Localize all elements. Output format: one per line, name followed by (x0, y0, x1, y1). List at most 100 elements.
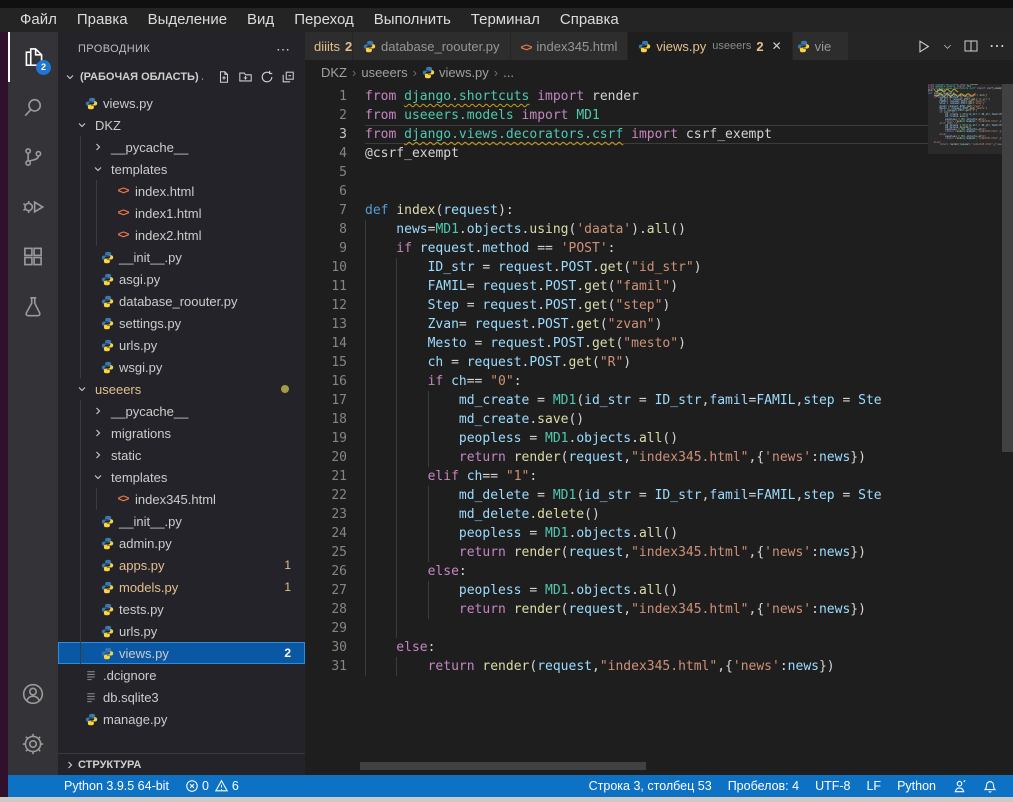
menu-item-Переход[interactable]: Переход (284, 8, 364, 32)
tree-item-migrations[interactable]: migrations (58, 422, 305, 444)
status-item[interactable]: UTF-8 (807, 779, 858, 794)
tree-item-index1.html[interactable]: <>index1.html (58, 202, 305, 224)
code-line-1[interactable]: 1from django.shortcuts import render (305, 87, 928, 106)
menu-item-Выполнить[interactable]: Выполнить (364, 8, 461, 32)
tree-item-admin.py[interactable]: admin.py (58, 532, 305, 554)
tab-views.py[interactable]: views.pyuseeers2✕ (628, 32, 792, 60)
status-item[interactable]: Python (889, 779, 944, 794)
status-feedback[interactable] (944, 779, 975, 794)
code-line-31[interactable]: 31return render(request,"index345.html",… (305, 657, 928, 676)
activity-explorer[interactable]: 2 (8, 32, 58, 82)
refresh-icon[interactable] (260, 70, 274, 84)
status-item[interactable]: Строка 3, столбец 53 (581, 779, 720, 794)
tree-item-.dcignore[interactable]: .dcignore (58, 664, 305, 686)
activity-extensions[interactable] (8, 232, 58, 282)
code-line-20[interactable]: 20return render(request,"index345.html",… (305, 448, 928, 467)
tree-item-db.sqlite3[interactable]: db.sqlite3 (58, 686, 305, 708)
run-dropdown-button[interactable] (942, 41, 953, 52)
code-line-4[interactable]: 4@csrf_exempt (305, 144, 928, 163)
activity-source-control[interactable] (8, 132, 58, 182)
code-line-26[interactable]: 26else: (305, 562, 928, 581)
menu-item-Вид[interactable]: Вид (237, 8, 284, 32)
breadcrumb-item-views.py[interactable]: views.py (422, 65, 489, 80)
code-line-5[interactable]: 5 (305, 163, 928, 182)
status-python-version[interactable]: Python 3.9.5 64-bit (56, 779, 177, 793)
tree-item-useeers[interactable]: useeers (58, 378, 305, 400)
code-line-22[interactable]: 22md_delete = MD1(id_str = ID_str,famil=… (305, 486, 928, 505)
more-actions-button[interactable]: ⋯ (989, 36, 1005, 56)
tab-close-icon[interactable]: ✕ (772, 39, 782, 53)
menu-item-Терминал[interactable]: Терминал (461, 8, 550, 32)
code-line-21[interactable]: 21elif ch== "1": (305, 467, 928, 486)
code-line-8[interactable]: 8news=MD1.objects.using('daata').all() (305, 220, 928, 239)
code-line-7[interactable]: 7def index(request): (305, 201, 928, 220)
split-editor-button[interactable] (963, 38, 979, 54)
tab-index345.html[interactable]: <>index345.html (511, 32, 629, 60)
breadcrumb-item-...[interactable]: ... (503, 65, 514, 80)
tree-item-__init__.py[interactable]: __init__.py (58, 246, 305, 268)
tree-item-views.py[interactable]: views.py2 (58, 642, 305, 664)
tree-item-views.py[interactable]: views.py (58, 92, 305, 114)
new-file-icon[interactable] (217, 70, 231, 84)
tree-item-index345.html[interactable]: <>index345.html (58, 488, 305, 510)
menu-item-Файл[interactable]: Файл (10, 8, 67, 32)
code-line-23[interactable]: 23md_delete.delete() (305, 505, 928, 524)
outline-section-header[interactable]: СТРУКТУРА (58, 753, 305, 775)
code-line-16[interactable]: 16if ch== "0": (305, 372, 928, 391)
tree-item-apps.py[interactable]: apps.py1 (58, 554, 305, 576)
activity-search[interactable] (8, 82, 58, 132)
tree-item-database_roouter.py[interactable]: database_roouter.py (58, 290, 305, 312)
tree-item-__pycache__[interactable]: __pycache__ (58, 136, 305, 158)
activity-settings[interactable] (8, 719, 58, 769)
status-item[interactable]: LF (858, 779, 889, 794)
collapse-all-icon[interactable] (281, 70, 295, 84)
tree-item-manage.py[interactable]: manage.py (58, 708, 305, 730)
tree-item-asgi.py[interactable]: asgi.py (58, 268, 305, 290)
code-line-11[interactable]: 11FAMIL= request.POST.get("famil") (305, 277, 928, 296)
tree-item-templates[interactable]: templates (58, 466, 305, 488)
more-actions-icon[interactable]: ⋯ (276, 41, 291, 58)
activity-account[interactable] (8, 669, 58, 719)
code-line-2[interactable]: 2from useeers.models import MD1 (305, 106, 928, 125)
tree-item-__init__.py[interactable]: __init__.py (58, 510, 305, 532)
code-line-29[interactable]: 29 (305, 619, 928, 638)
activity-run-and-debug[interactable] (8, 182, 58, 232)
tree-item-wsgi.py[interactable]: wsgi.py (58, 356, 305, 378)
code-line-18[interactable]: 18md_create.save() (305, 410, 928, 429)
code-line-15[interactable]: 15ch = request.POST.get("R") (305, 353, 928, 372)
menu-item-Справка[interactable]: Справка (550, 8, 629, 32)
code-line-17[interactable]: 17md_create = MD1(id_str = ID_str,famil=… (305, 391, 928, 410)
code-line-25[interactable]: 25return render(request,"index345.html",… (305, 543, 928, 562)
code-line-24[interactable]: 24peopless = MD1.objects.all() (305, 524, 928, 543)
code-line-9[interactable]: 9if request.method == 'POST': (305, 239, 928, 258)
tree-item-DKZ[interactable]: DKZ (58, 114, 305, 136)
horizontal-scrollbar[interactable] (360, 762, 646, 770)
tree-item-settings.py[interactable]: settings.py (58, 312, 305, 334)
tree-item-index.html[interactable]: <>index.html (58, 180, 305, 202)
code-line-12[interactable]: 12Step = request.POST.get("step") (305, 296, 928, 315)
tree-item-static[interactable]: static (58, 444, 305, 466)
tree-item-tests.py[interactable]: tests.py (58, 598, 305, 620)
code-line-19[interactable]: 19peopless = MD1.objects.all() (305, 429, 928, 448)
code-line-14[interactable]: 14Mesto = request.POST.get("mesto") (305, 334, 928, 353)
code-line-13[interactable]: 13Zvan= request.POST.get("zvan") (305, 315, 928, 334)
tree-item-models.py[interactable]: models.py1 (58, 576, 305, 598)
code-line-27[interactable]: 27peopless = MD1.objects.all() (305, 581, 928, 600)
status-bell[interactable] (975, 779, 1005, 794)
tree-item-__pycache__[interactable]: __pycache__ (58, 400, 305, 422)
menu-item-Правка[interactable]: Правка (67, 8, 138, 32)
tree-item-urls.py[interactable]: urls.py (58, 620, 305, 642)
tab-diiits[interactable]: diiits2● (305, 32, 353, 60)
menu-item-Выделение[interactable]: Выделение (138, 8, 237, 32)
code-line-10[interactable]: 10ID_str = request.POST.get("id_str") (305, 258, 928, 277)
new-folder-icon[interactable] (238, 70, 253, 84)
tree-item-urls.py[interactable]: urls.py (58, 334, 305, 356)
breadcrumb-item-DKZ[interactable]: DKZ (321, 65, 347, 80)
code-line-30[interactable]: 30else: (305, 638, 928, 657)
vertical-scrollbar[interactable] (1002, 84, 1013, 452)
tree-item-templates[interactable]: templates (58, 158, 305, 180)
status-problems[interactable]: 06 (177, 779, 247, 793)
code-line-6[interactable]: 6 (305, 182, 928, 201)
workspace-section-header[interactable]: (РАБОЧАЯ ОБЛАСТЬ) ... (58, 66, 305, 88)
tree-item-index2.html[interactable]: <>index2.html (58, 224, 305, 246)
